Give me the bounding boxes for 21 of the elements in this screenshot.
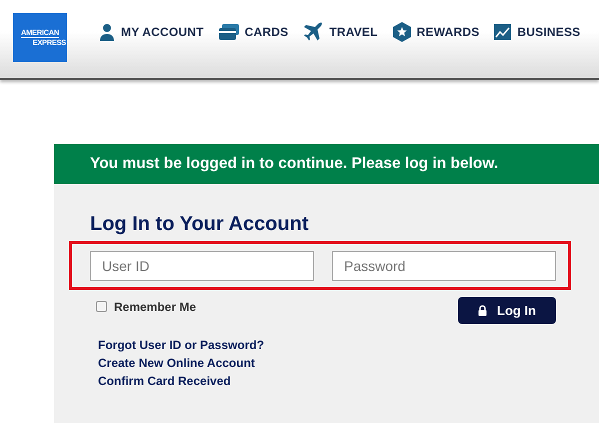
account-link[interactable]: Create New Online Account: [98, 354, 255, 372]
account-link[interactable]: Forgot User ID or Password?: [98, 336, 264, 354]
alert-message: You must be logged in to continue. Please log in below.: [90, 154, 498, 174]
remember-me-label: Remember Me: [114, 298, 196, 316]
person-icon: [99, 23, 115, 41]
nav-link[interactable]: REWARDS: [392, 22, 480, 42]
airplane-icon: [303, 22, 324, 42]
nav-link[interactable]: TRAVEL: [303, 22, 378, 42]
login-title: Log In to Your Account: [90, 212, 308, 236]
lock-icon: [478, 305, 487, 316]
login-button[interactable]: Log In: [458, 297, 556, 324]
account-link[interactable]: Confirm Card Received: [98, 372, 231, 390]
star-badge-icon: [392, 22, 411, 42]
user-id-field[interactable]: User ID: [90, 250, 314, 280]
remember-me-checkbox[interactable]: [96, 301, 107, 312]
nav-link[interactable]: CARDS: [218, 23, 288, 41]
cards-icon: [218, 24, 239, 40]
nav-link[interactable]: BUSINESS: [494, 23, 580, 41]
chart-icon: [494, 24, 512, 40]
password-field[interactable]: Password: [332, 250, 556, 280]
nav-link[interactable]: MY ACCOUNT: [99, 23, 204, 41]
